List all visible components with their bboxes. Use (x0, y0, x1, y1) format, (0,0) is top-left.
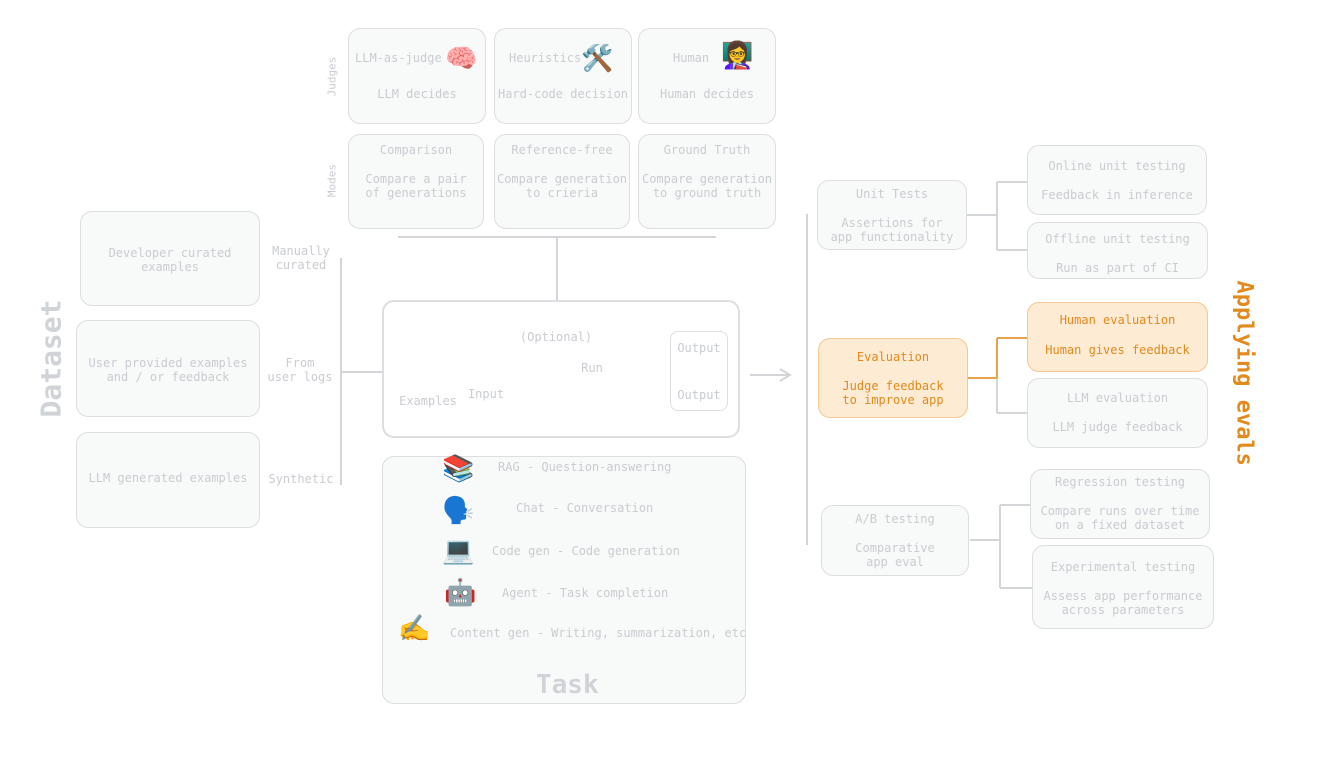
group-desc: Comparative app eval (855, 541, 935, 569)
modes-section-label: Modes (325, 163, 339, 198)
dataset-title: Dataset (34, 299, 68, 418)
task-box (382, 456, 746, 704)
flow-examples-label: Examples (399, 394, 457, 408)
experimental-testing-card: Experimental testing Assess app performa… (1032, 545, 1214, 629)
llm-evaluation-card: LLM evaluation LLM judge feedback (1027, 378, 1208, 448)
judges-section-label: Judges (325, 56, 339, 97)
teacher-icon: 👩‍🏫 (721, 41, 754, 71)
child-desc: Feedback in inference (1041, 188, 1193, 202)
child-desc: Compare runs over time on a fixed datase… (1040, 504, 1200, 532)
flow-output-box: Output Output (670, 331, 728, 411)
laptop-icon: 💻 (442, 536, 475, 566)
unit-tests-card: Unit Tests Assertions for app functional… (817, 180, 967, 250)
task-item-content: Content gen - Writing, summarization, et… (450, 626, 747, 640)
child-title: Regression testing (1054, 475, 1186, 489)
dataset-label-manual: Manually curated (272, 244, 330, 272)
judge-card-human: Human 👩‍🏫 Human decides (638, 28, 776, 124)
regression-testing-card: Regression testing Compare runs over tim… (1030, 469, 1210, 539)
dataset-card-text: LLM generated examples (88, 471, 248, 485)
mode-title: Ground Truth (663, 143, 751, 157)
offline-unit-testing-card: Offline unit testing Run as part of CI (1027, 222, 1208, 279)
child-title: Offline unit testing (1045, 232, 1190, 246)
dataset-card-text: Developer curated examples (108, 246, 232, 274)
judge-title: LLM-as-judge (355, 51, 442, 65)
child-title: LLM evaluation (1066, 391, 1169, 405)
flow-output-bottom: Output (677, 388, 721, 402)
brain-icon: 🧠 (445, 44, 478, 74)
writing-hand-icon: ✍️ (398, 614, 431, 644)
child-desc: Assess app performance across parameters (1043, 589, 1203, 617)
judge-card-llm: LLM-as-judge 🧠 LLM decides (348, 28, 486, 124)
mode-desc: Compare generation to ground truth (641, 172, 773, 200)
task-item-agent: Agent - Task completion (502, 586, 669, 600)
mode-title: Comparison (379, 143, 453, 157)
dataset-card-text: User provided examples and / or feedback (88, 356, 248, 384)
group-title: Evaluation (856, 350, 930, 364)
dataset-label-user-logs: From user logs (267, 356, 333, 384)
child-title: Online unit testing (1048, 159, 1186, 173)
hammer-wrench-icon: 🛠️ (581, 44, 614, 74)
mode-card-reference-free: Reference-free Compare generation to cri… (494, 134, 630, 229)
online-unit-testing-card: Online unit testing Feedback in inferenc… (1027, 145, 1207, 215)
dataset-card-llm: LLM generated examples (76, 432, 260, 528)
judge-desc: LLM decides (377, 87, 457, 101)
evaluation-card: Evaluation Judge feedback to improve app (818, 338, 968, 418)
child-title: Experimental testing (1050, 560, 1196, 574)
mode-desc: Compare generation to crieria (496, 172, 628, 200)
task-title: Task (536, 670, 599, 700)
dataset-label-synthetic: Synthetic (268, 472, 334, 486)
group-desc: Assertions for app functionality (830, 216, 954, 244)
judge-desc: Hard-code decision (497, 87, 629, 101)
flow-input-label: Input (467, 387, 505, 401)
dataset-card-developer: Developer curated examples (80, 211, 260, 306)
group-title: Unit Tests (855, 187, 929, 201)
child-desc: Run as part of CI (1056, 261, 1179, 275)
group-desc: Judge feedback to improve app (842, 379, 944, 407)
dataset-card-user: User provided examples and / or feedback (76, 320, 260, 417)
mode-desc: Compare a pair of generations (365, 172, 467, 200)
judge-desc: Human decides (660, 87, 754, 101)
judge-title: Heuristics (509, 51, 582, 65)
task-item-code: Code gen - Code generation (492, 544, 680, 558)
books-icon: 📚 (442, 454, 475, 484)
child-desc: LLM judge feedback (1052, 420, 1183, 434)
judge-card-heuristics: Heuristics 🛠️ Hard-code decision (494, 28, 632, 124)
mode-card-comparison: Comparison Compare a pair of generations (348, 134, 484, 229)
mode-title: Reference-free (511, 143, 613, 157)
speaking-head-icon: 🗣️ (442, 496, 475, 526)
child-desc: Human gives feedback (1045, 343, 1190, 357)
child-title: Human evaluation (1059, 313, 1176, 327)
flow-optional-label: (Optional) (519, 330, 593, 344)
task-item-rag: RAG - Question-answering (498, 460, 672, 474)
mode-card-ground-truth: Ground Truth Compare generation to groun… (638, 134, 776, 229)
task-item-chat: Chat - Conversation (516, 501, 654, 515)
flow-output-top: Output (677, 341, 721, 355)
judge-title: Human (673, 51, 710, 65)
robot-icon: 🤖 (444, 578, 477, 608)
group-title: A/B testing (855, 512, 935, 526)
applying-evals-title: Applying evals (1231, 280, 1257, 466)
ab-testing-card: A/B testing Comparative app eval (821, 505, 969, 576)
flow-run-label: Run (581, 361, 603, 375)
human-evaluation-card: Human evaluation Human gives feedback (1027, 302, 1208, 372)
